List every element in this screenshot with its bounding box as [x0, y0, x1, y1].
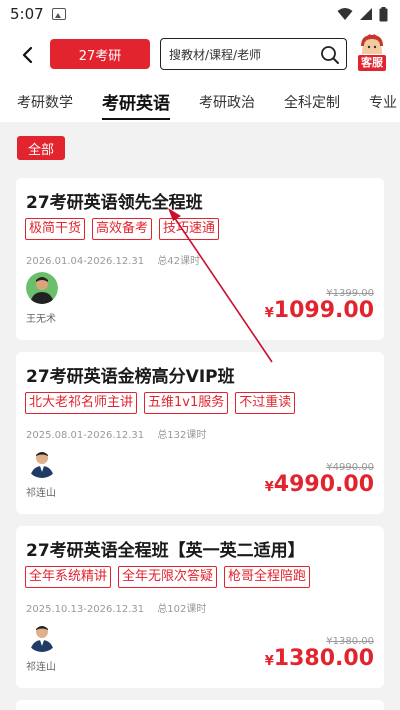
tab-custom[interactable]: 全科定制 [284, 86, 340, 112]
tab-major[interactable]: 专业 [369, 86, 397, 112]
course-lessons: 总42课时 [157, 256, 201, 267]
teacher-name: 祁连山 [26, 488, 56, 499]
teacher-avatar [26, 446, 58, 478]
search-input[interactable]: 搜教材/课程/老师 [160, 38, 347, 70]
course-title: 27考研英语全程班【英一英二适用】 [26, 541, 305, 561]
course-list-area: 全部 27考研英语领先全程班 极简干货 高效备考 技巧速通 2026.01.04… [0, 122, 400, 710]
tab-english[interactable]: 考研英语 [102, 86, 170, 120]
sale-price: ¥4990.00 [265, 472, 374, 497]
currency-symbol: ¥ [264, 480, 274, 495]
course-lessons: 总102课时 [157, 604, 207, 615]
course-tags: 全年系统精讲 全年无限次答疑 枪哥全程陪跑 [25, 566, 311, 588]
search-placeholder: 搜教材/课程/老师 [169, 47, 262, 62]
teacher-avatar [26, 620, 58, 652]
image-icon [51, 8, 66, 20]
course-tag: 枪哥全程陪跑 [224, 566, 311, 588]
course-tag: 不过重读 [235, 392, 296, 414]
teacher-name: 王无术 [26, 314, 56, 325]
price-value: 1380.00 [273, 646, 374, 671]
course-tag: 五维1v1服务 [144, 392, 229, 414]
course-card[interactable]: 27考研英语金榜高分VIP班 北大老祁名师主讲 五维1v1服务 不过重读 202… [16, 352, 384, 514]
course-tag: 高效备考 [92, 218, 153, 240]
course-title: 27考研英语领先全程班 [26, 193, 203, 213]
course-tags: 极简干货 高效备考 技巧速通 [25, 218, 220, 240]
sale-price: ¥1099.00 [265, 298, 374, 323]
tab-politics[interactable]: 考研政治 [199, 86, 255, 112]
course-tag: 技巧速通 [159, 218, 220, 240]
price-value: 1099.00 [273, 298, 374, 323]
course-meta: 2025.10.13-2026.12.31 总102课时 [26, 600, 206, 615]
currency-symbol: ¥ [264, 306, 274, 321]
status-time: 5:07 [10, 5, 44, 23]
course-date-range: 2025.10.13-2026.12.31 [26, 604, 145, 615]
wifi-icon [337, 8, 353, 20]
search-icon[interactable] [320, 45, 340, 65]
currency-symbol: ¥ [264, 654, 274, 669]
course-title: 27考研英语金榜高分VIP班 [26, 367, 235, 387]
top-bar: 27考研 搜教材/课程/老师 客服 [0, 30, 400, 80]
course-card[interactable]: 27考研英语领先全程班 极简干货 高效备考 技巧速通 2026.01.04-20… [16, 178, 384, 340]
customer-service-icon [361, 34, 383, 54]
course-meta: 2025.08.01-2026.12.31 总132课时 [26, 426, 206, 441]
teacher-name: 祁连山 [26, 662, 56, 673]
price-value: 4990.00 [273, 472, 374, 497]
tab-math[interactable]: 考研数学 [17, 86, 73, 112]
sale-price: ¥1380.00 [265, 646, 374, 671]
customer-service-button[interactable]: 客服 [355, 34, 389, 74]
course-lessons: 总132课时 [157, 430, 207, 441]
course-tag: 全年系统精讲 [25, 566, 112, 588]
course-tag: 全年无限次答疑 [118, 566, 218, 588]
teacher-avatar [26, 272, 58, 304]
subject-tabs: 考研数学 考研英语 考研政治 全科定制 专业 [0, 86, 400, 120]
course-card-partial[interactable] [16, 700, 384, 710]
back-arrow-icon [22, 47, 33, 63]
filter-all-chip[interactable]: 全部 [17, 136, 65, 160]
course-date-range: 2026.01.04-2026.12.31 [26, 256, 145, 267]
course-tags: 北大老祁名师主讲 五维1v1服务 不过重读 [25, 392, 296, 414]
signal-icon [360, 8, 372, 20]
course-card[interactable]: 27考研英语全程班【英一英二适用】 全年系统精讲 全年无限次答疑 枪哥全程陪跑 … [16, 526, 384, 688]
back-button[interactable] [10, 37, 46, 73]
exam-year-selector[interactable]: 27考研 [50, 39, 150, 69]
battery-icon [379, 6, 388, 21]
status-bar: 5:07 [0, 0, 400, 28]
course-tag: 极简干货 [25, 218, 86, 240]
customer-service-label: 客服 [358, 55, 386, 71]
course-date-range: 2025.08.01-2026.12.31 [26, 430, 145, 441]
course-meta: 2026.01.04-2026.12.31 总42课时 [26, 252, 200, 267]
course-tag: 北大老祁名师主讲 [25, 392, 138, 414]
